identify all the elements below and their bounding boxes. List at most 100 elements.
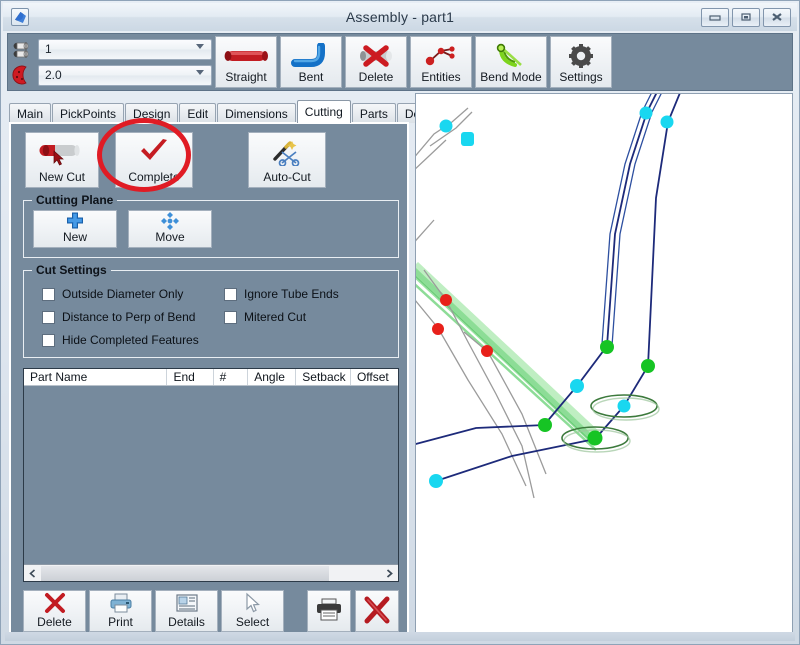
printer-dark-icon [314,591,344,629]
checkbox-box [42,333,55,347]
status-bar [5,632,795,641]
node-cyan [639,106,653,120]
cut-list[interactable]: Part Name End # Angle Setback Offset [23,368,399,582]
new-cut-label: New Cut [38,170,85,184]
ignore-tube-ends-label: Ignore Tube Ends [244,287,339,301]
node-green [600,340,614,354]
tab-parts[interactable]: Parts [351,103,396,123]
straight-button-label: Straight [225,70,267,84]
straight-button[interactable]: Straight [215,36,277,88]
details-icon [175,591,199,615]
delete-cut-label: Delete [37,615,72,629]
outside-diameter-only-checkbox[interactable]: Outside Diameter Only [42,287,183,301]
tab-main[interactable]: Main [9,103,52,123]
cut-list-header: Part Name End # Angle Setback Offset [24,369,398,386]
tube-diameter-row: 2.0 [10,63,212,87]
tab-cutting-label: Cutting [304,105,343,119]
auto-cut-label: Auto-Cut [263,170,311,184]
hide-completed-features-label: Hide Completed Features [62,333,199,347]
main-toolbar: 1 2.0 Straight Bent Delete Entities Bend… [7,33,793,91]
tab-dimensions[interactable]: Dimensions [217,103,296,123]
model-canvas [416,94,681,499]
column-angle[interactable]: Angle [248,369,297,385]
node-red [481,345,493,357]
move-plane-button[interactable]: Move [128,210,212,248]
close-button[interactable] [763,7,791,27]
delete-all-button[interactable] [355,590,399,632]
node-green [538,418,552,432]
combo-column: 1 2.0 [10,36,212,88]
node-green [587,430,603,446]
checkbox-box [42,310,55,324]
red-x-icon [43,591,67,615]
tab-parts-label: Parts [359,106,388,121]
cut-settings-title: Cut Settings [32,263,111,277]
mitered-cut-checkbox[interactable]: Mitered Cut [224,310,306,324]
complete-button[interactable]: Complete [115,132,193,188]
new-plane-button[interactable]: New [33,210,117,248]
auto-cut-button[interactable]: Auto-Cut [248,132,326,188]
window-controls [701,7,791,27]
print-button[interactable]: Print [89,590,152,632]
tab-edit-label: Edit [187,106,209,121]
column-offset[interactable]: Offset [351,369,398,385]
column-setback[interactable]: Setback [296,369,351,385]
bend-mode-button-label: Bend Mode [480,70,542,84]
entities-icon [421,42,461,70]
scroll-left-arrow[interactable] [24,565,41,581]
settings-button-label: Settings [559,70,603,84]
new-plane-label: New [62,230,87,244]
tube-count-combo[interactable]: 1 [38,38,212,60]
column-number[interactable]: # [214,369,249,385]
plus-icon [65,211,85,230]
cutting-plane-group: Cutting Plane New Move [23,193,399,258]
tab-edit[interactable]: Edit [179,103,217,123]
entities-button[interactable]: Entities [410,36,472,88]
complete-label: Complete [128,170,180,184]
cut-settings-group: Cut Settings Outside Diameter Only Dista… [23,263,399,358]
3d-model-viewport[interactable] [415,93,793,638]
tab-pickpoints[interactable]: PickPoints [52,103,125,123]
tab-pickpoints-label: PickPoints [60,106,117,121]
delete-tube-icon [354,42,398,70]
minimize-button[interactable] [701,7,729,27]
settings-button[interactable]: Settings [550,36,612,88]
print-all-button[interactable] [307,590,351,632]
column-part-name[interactable]: Part Name [24,369,168,385]
scroll-right-arrow[interactable] [381,565,398,581]
node-cyan [429,474,443,488]
delete-cut-button[interactable]: Delete [23,590,86,632]
column-end[interactable]: End [167,369,214,385]
entities-button-label: Entities [421,70,461,84]
bent-button[interactable]: Bent [280,36,342,88]
new-cut-button[interactable]: New Cut [25,132,99,188]
straight-tube-icon [221,42,271,70]
checkbox-box [224,310,237,324]
tab-cutting[interactable]: Cutting [296,100,351,123]
window-title: Assembly - part1 [345,9,455,25]
tab-design[interactable]: Design [125,103,179,123]
scrollbar-thumb[interactable] [41,565,329,581]
application-window: Assembly - part1 1 2.0 Straight Bent Del… [0,0,800,645]
horizontal-scrollbar[interactable] [24,564,398,581]
node-cyan-square [461,132,474,146]
node-red [432,323,444,335]
tube-count-icon [10,38,36,60]
title-bar: Assembly - part1 [3,3,797,31]
checkmark-icon [137,133,171,170]
hide-completed-features-checkbox[interactable]: Hide Completed Features [42,333,199,347]
node-red [440,294,452,306]
print-label: Print [108,615,133,629]
bend-mode-icon [491,42,531,70]
ignore-tube-ends-checkbox[interactable]: Ignore Tube Ends [224,287,339,301]
chevron-down-icon [196,43,204,49]
distance-to-perp-of-bend-checkbox[interactable]: Distance to Perp of Bend [42,310,195,324]
delete-button[interactable]: Delete [345,36,407,88]
bend-mode-button[interactable]: Bend Mode [475,36,547,88]
select-button[interactable]: Select [221,590,284,632]
maximize-button[interactable] [732,7,760,27]
tube-diameter-combo[interactable]: 2.0 [38,64,212,86]
details-button[interactable]: Details [155,590,218,632]
cutting-plane-band [416,262,602,451]
cut-list-body [24,386,398,564]
